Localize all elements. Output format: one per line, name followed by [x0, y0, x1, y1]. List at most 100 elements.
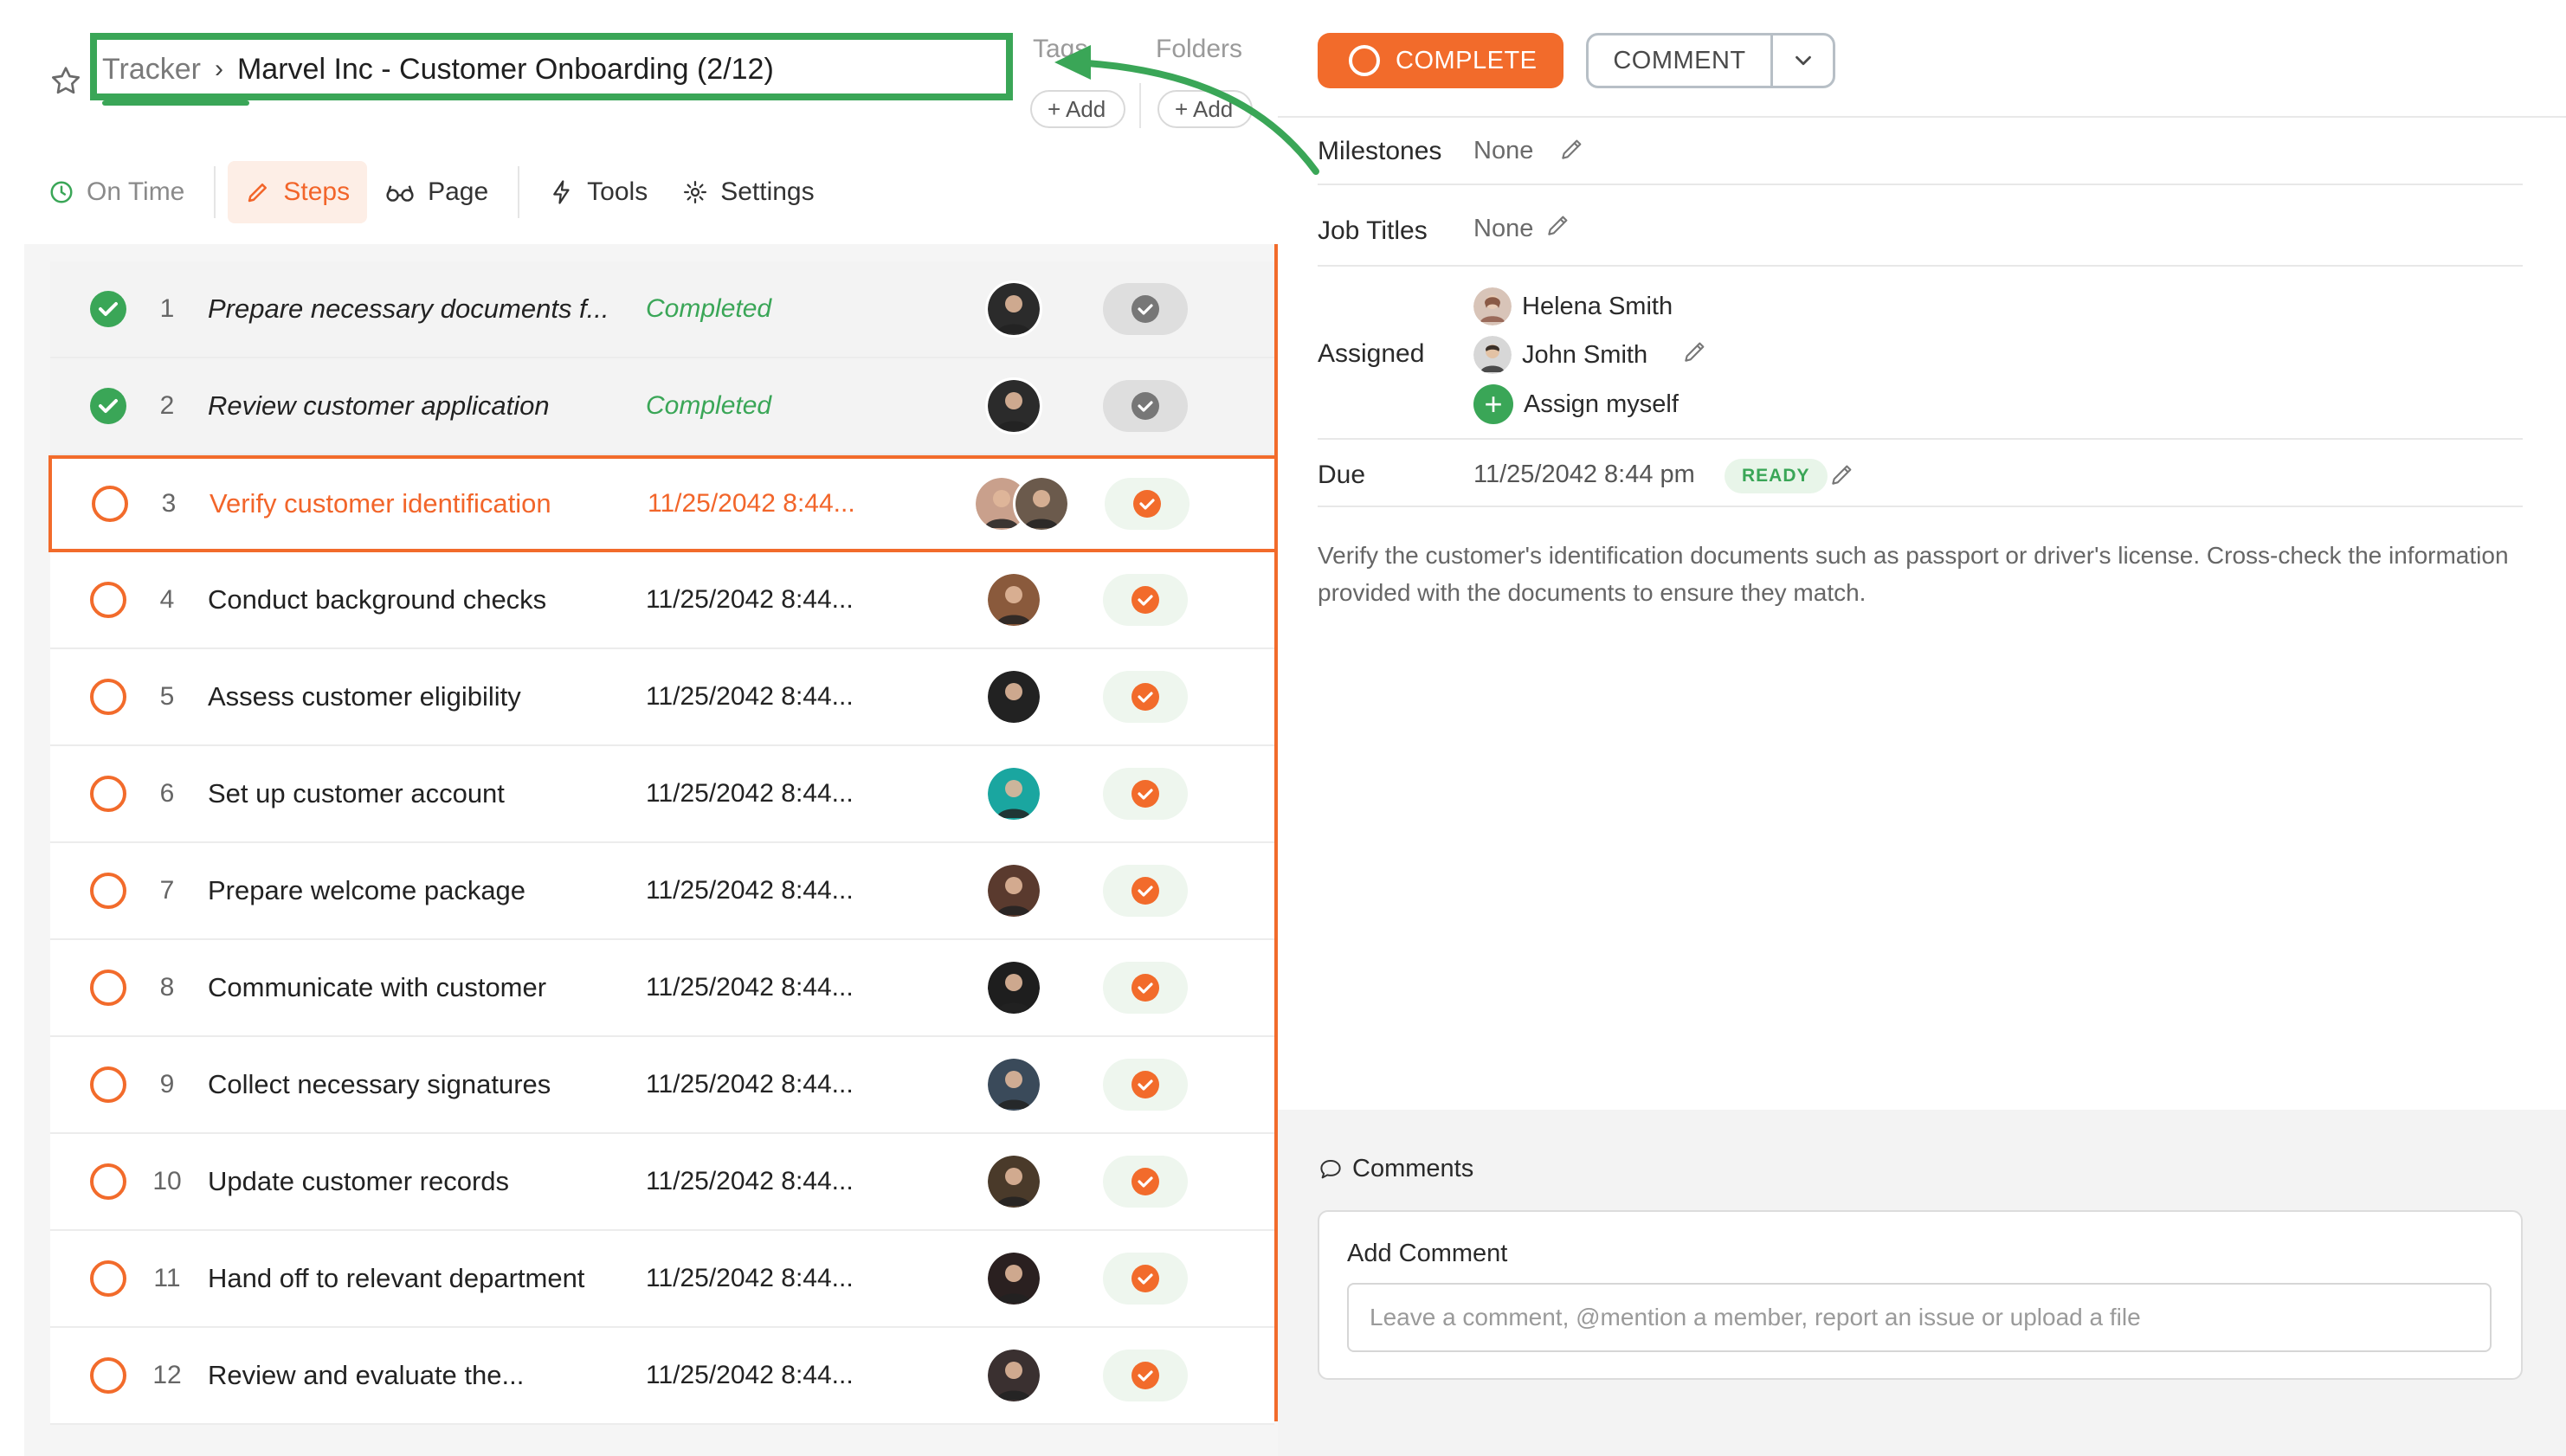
- step-row[interactable]: 3 Verify customer identification 11/25/204…: [48, 455, 1278, 552]
- step-assignees[interactable]: [942, 570, 1063, 630]
- milestones-value: None: [1473, 137, 1534, 164]
- edit-due-icon[interactable]: [1828, 461, 1856, 488]
- step-row[interactable]: 7 Prepare welcome package 11/25/2042 8:44.…: [50, 843, 1274, 940]
- step-status-toggle[interactable]: [1103, 380, 1188, 432]
- step-status-toggle[interactable]: [1103, 962, 1188, 1014]
- checkmark-circle-icon[interactable]: [90, 291, 126, 327]
- step-status-toggle[interactable]: [1103, 768, 1188, 820]
- complete-button[interactable]: COMPLETE: [1318, 33, 1563, 88]
- comment-input[interactable]: [1347, 1283, 2492, 1352]
- empty-circle-checkbox[interactable]: [90, 1066, 126, 1103]
- assignee-john[interactable]: John Smith: [1473, 336, 1647, 374]
- step-name[interactable]: Prepare necessary documents f...: [208, 293, 684, 325]
- step-status-toggle[interactable]: [1103, 283, 1188, 335]
- tab-tools-label: Tools: [587, 177, 648, 206]
- step-row[interactable]: 11 Hand off to relevant department 11/25/2…: [50, 1231, 1274, 1328]
- step-name[interactable]: Assess customer eligibility: [208, 681, 684, 712]
- step-row[interactable]: 12 Review and evaluate the... 11/25/2042 8…: [50, 1328, 1274, 1425]
- avatar: [985, 862, 1042, 919]
- step-name[interactable]: Update customer records: [208, 1166, 684, 1197]
- step-name[interactable]: Prepare welcome package: [208, 875, 684, 906]
- avatar: [985, 1153, 1042, 1210]
- avatar: [985, 1250, 1042, 1307]
- tab-on-time-label: On Time: [87, 177, 185, 206]
- step-name[interactable]: Conduct background checks: [208, 584, 684, 615]
- pencil-icon: [248, 184, 268, 203]
- star-icon[interactable]: [48, 64, 83, 99]
- empty-circle-checkbox[interactable]: [90, 582, 126, 618]
- assignee-helena[interactable]: Helena Smith: [1473, 287, 1673, 325]
- status-check-icon: [1131, 1168, 1159, 1195]
- step-row[interactable]: 5 Assess customer eligibility 11/25/2042 8…: [50, 649, 1274, 746]
- tab-tools[interactable]: Tools: [532, 161, 665, 223]
- step-name[interactable]: Collect necessary signatures: [208, 1069, 684, 1100]
- edit-job-titles-icon[interactable]: [1544, 211, 1572, 239]
- comments-heading-label: Comments: [1352, 1155, 1474, 1182]
- step-assignees[interactable]: [942, 667, 1063, 727]
- avatar: [985, 765, 1042, 822]
- avatar: [985, 377, 1042, 435]
- divider: [1318, 265, 2523, 267]
- step-status-toggle[interactable]: [1103, 1350, 1188, 1401]
- edit-assignees-icon[interactable]: [1681, 338, 1709, 365]
- comment-dropdown-toggle[interactable]: [1773, 48, 1833, 74]
- step-assignees[interactable]: [942, 860, 1063, 921]
- empty-circle-checkbox[interactable]: [90, 776, 126, 812]
- step-due: 11/25/2042 8:44...: [646, 682, 854, 711]
- edit-milestones-icon[interactable]: [1558, 135, 1586, 163]
- tab-settings[interactable]: Settings: [665, 161, 831, 223]
- avatar: [985, 280, 1042, 338]
- step-row[interactable]: 10 Update customer records 11/25/2042 8:44…: [50, 1134, 1274, 1231]
- step-name[interactable]: Hand off to relevant department: [208, 1263, 684, 1294]
- step-status-toggle[interactable]: [1105, 478, 1190, 530]
- empty-circle-checkbox[interactable]: [90, 1260, 126, 1297]
- empty-circle-checkbox[interactable]: [90, 970, 126, 1006]
- step-assignees[interactable]: [942, 1054, 1063, 1115]
- empty-circle-checkbox[interactable]: [90, 679, 126, 715]
- empty-circle-checkbox[interactable]: [90, 1357, 126, 1394]
- step-assignees[interactable]: [942, 1345, 1063, 1406]
- step-name[interactable]: Verify customer identification: [210, 488, 686, 519]
- tab-steps[interactable]: Steps: [228, 161, 368, 223]
- step-status-toggle[interactable]: [1103, 1253, 1188, 1305]
- step-assignees[interactable]: [942, 279, 1063, 339]
- step-assignees[interactable]: [942, 957, 1063, 1018]
- step-row[interactable]: 4 Conduct background checks 11/25/2042 8:4…: [50, 552, 1274, 649]
- assign-myself-label: Assign myself: [1524, 390, 1679, 418]
- step-status-toggle[interactable]: [1103, 1059, 1188, 1111]
- tab-page[interactable]: Page: [367, 161, 506, 223]
- step-due: 11/25/2042 8:44...: [646, 1070, 854, 1098]
- circle-icon: [1349, 45, 1380, 76]
- step-assignees[interactable]: [942, 376, 1063, 436]
- add-comment-title: Add Comment: [1347, 1240, 1508, 1267]
- checkmark-circle-icon[interactable]: [90, 388, 126, 424]
- step-assignees[interactable]: [944, 474, 1070, 534]
- comments-heading: Comments: [1318, 1155, 1473, 1183]
- tab-on-time[interactable]: On Time: [48, 161, 202, 223]
- step-assignees[interactable]: [942, 1151, 1063, 1212]
- lightning-icon: [553, 180, 570, 204]
- step-status-toggle[interactable]: [1103, 865, 1188, 917]
- step-assignees[interactable]: [942, 1248, 1063, 1309]
- step-assignees[interactable]: [942, 763, 1063, 824]
- step-row[interactable]: 8 Communicate with customer 11/25/2042 8:4…: [50, 940, 1274, 1037]
- empty-circle-checkbox[interactable]: [90, 1163, 126, 1200]
- step-status-toggle[interactable]: [1103, 1156, 1188, 1208]
- step-row[interactable]: 1 Prepare necessary documents f... Complet…: [50, 261, 1274, 358]
- step-name[interactable]: Communicate with customer: [208, 972, 684, 1003]
- step-row[interactable]: 2 Review customer application Completed: [50, 358, 1274, 455]
- step-due: 11/25/2042 8:44...: [646, 1264, 854, 1292]
- step-name[interactable]: Review customer application: [208, 390, 684, 422]
- empty-circle-checkbox[interactable]: [92, 486, 128, 522]
- step-name[interactable]: Set up customer account: [208, 778, 684, 809]
- step-row[interactable]: 9 Collect necessary signatures 11/25/2042 …: [50, 1037, 1274, 1134]
- comment-button-label: COMMENT: [1613, 46, 1746, 74]
- step-row[interactable]: 6 Set up customer account 11/25/2042 8:44.…: [50, 746, 1274, 843]
- job-titles-value: None: [1473, 215, 1534, 242]
- empty-circle-checkbox[interactable]: [90, 873, 126, 909]
- step-status-toggle[interactable]: [1103, 671, 1188, 723]
- comment-button[interactable]: COMMENT: [1586, 33, 1835, 88]
- step-status-toggle[interactable]: [1103, 574, 1188, 626]
- assign-myself-button[interactable]: + Assign myself: [1473, 384, 1679, 424]
- step-name[interactable]: Review and evaluate the...: [208, 1360, 684, 1391]
